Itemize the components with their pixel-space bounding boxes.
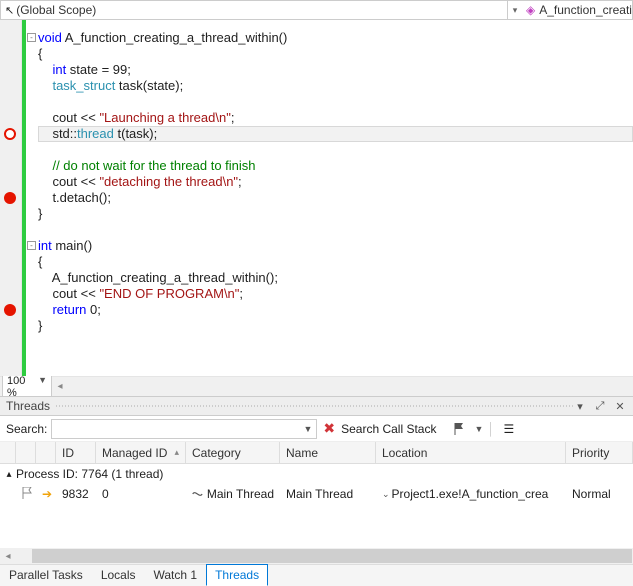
thread-priority: Normal: [566, 487, 633, 501]
pin-icon[interactable]: ⤢: [593, 400, 607, 413]
code-editor[interactable]: -- void A_function_creating_a_thread_wit…: [0, 20, 633, 376]
thread-name: Main Thread: [280, 487, 376, 501]
tab-parallel-tasks[interactable]: Parallel Tasks: [0, 564, 92, 586]
close-icon[interactable]: ✕: [613, 400, 627, 413]
tab-watch-1[interactable]: Watch 1: [145, 564, 207, 586]
thread-row[interactable]: ➔ 9832 0 Main Thread Main Thread ⌄ Proje…: [0, 484, 633, 504]
breakpoint-gutter[interactable]: [0, 20, 22, 376]
col-location[interactable]: Location: [376, 442, 566, 463]
tab-threads[interactable]: Threads: [206, 564, 268, 586]
method-icon: ◈: [526, 3, 535, 17]
thread-category: Main Thread: [186, 487, 280, 501]
flag-cell[interactable]: [16, 487, 36, 502]
thread-id: 9832: [56, 487, 96, 501]
hscroll-track[interactable]: [68, 379, 633, 395]
thread-icon: [192, 488, 203, 500]
scroll-left-arrow[interactable]: ◂: [0, 548, 16, 564]
panel-grip[interactable]: [56, 405, 573, 407]
chevron-down-icon[interactable]: ⌄: [382, 489, 390, 500]
col-managed-id[interactable]: Managed ID ▴: [96, 442, 186, 463]
thread-managed-id: 0: [96, 487, 186, 501]
col-id[interactable]: ID: [56, 442, 96, 463]
separator: │: [487, 422, 495, 436]
process-label: Process ID: 7764 (1 thread): [16, 467, 163, 481]
function-dropdown[interactable]: ◈ A_function_creatin: [522, 3, 632, 17]
threads-grid-header: ID Managed ID ▴ Category Name Location P…: [0, 442, 633, 464]
search-input[interactable]: ▼: [51, 419, 317, 439]
chevron-down-icon: ▼: [38, 375, 47, 399]
scroll-thumb[interactable]: [32, 549, 632, 563]
function-label: A_function_creatin: [539, 3, 632, 17]
zoom-value: 100 %: [7, 375, 38, 399]
col-flag[interactable]: [16, 442, 36, 463]
flag-filter-button[interactable]: [450, 420, 470, 438]
code-area[interactable]: void A_function_creating_a_thread_within…: [38, 20, 633, 376]
scope-dropdown[interactable]: ↖ (Global Scope): [1, 1, 508, 19]
threads-grid-body: ▴ Process ID: 7764 (1 thread) ➔ 9832 0 M…: [0, 464, 633, 548]
panel-tabs: Parallel TasksLocalsWatch 1Threads: [0, 564, 633, 586]
chevron-down-icon[interactable]: ▼: [303, 424, 312, 434]
col-expand[interactable]: [0, 442, 16, 463]
breakpoint-icon[interactable]: [4, 128, 16, 140]
col-current[interactable]: [36, 442, 56, 463]
breakpoint-icon[interactable]: [4, 304, 16, 316]
fold-gutter[interactable]: --: [26, 20, 38, 376]
scroll-left-arrow[interactable]: ◂: [52, 379, 68, 395]
panel-menu-arrow[interactable]: ▾: [573, 400, 587, 413]
tab-locals[interactable]: Locals: [92, 564, 145, 586]
fold-toggle[interactable]: -: [27, 33, 36, 42]
fold-toggle[interactable]: -: [27, 241, 36, 250]
process-group-row[interactable]: ▴ Process ID: 7764 (1 thread): [0, 464, 633, 484]
breakpoint-icon[interactable]: [4, 192, 16, 204]
thread-location: ⌄ Project1.exe!A_function_crea: [376, 487, 566, 501]
search-label: Search:: [6, 422, 47, 436]
group-button[interactable]: ☰: [499, 420, 519, 438]
scope-dropdown-arrow[interactable]: ▾: [508, 5, 522, 16]
panel-hscroll[interactable]: ◂: [0, 548, 633, 564]
col-category[interactable]: Category: [186, 442, 280, 463]
chevron-down-icon[interactable]: ▼: [474, 424, 483, 434]
search-callstack-label: Search Call Stack: [341, 422, 436, 436]
col-priority[interactable]: Priority: [566, 442, 633, 463]
scope-label: (Global Scope): [16, 3, 96, 17]
clear-search-icon[interactable]: ✖: [323, 420, 335, 437]
cursor-icon: ↖: [5, 4, 14, 17]
panel-title: Threads: [6, 399, 50, 413]
collapse-icon[interactable]: ▴: [2, 469, 16, 480]
current-thread-arrow-icon: ➔: [36, 487, 56, 501]
sort-asc-icon: ▴: [174, 447, 179, 458]
col-name[interactable]: Name: [280, 442, 376, 463]
